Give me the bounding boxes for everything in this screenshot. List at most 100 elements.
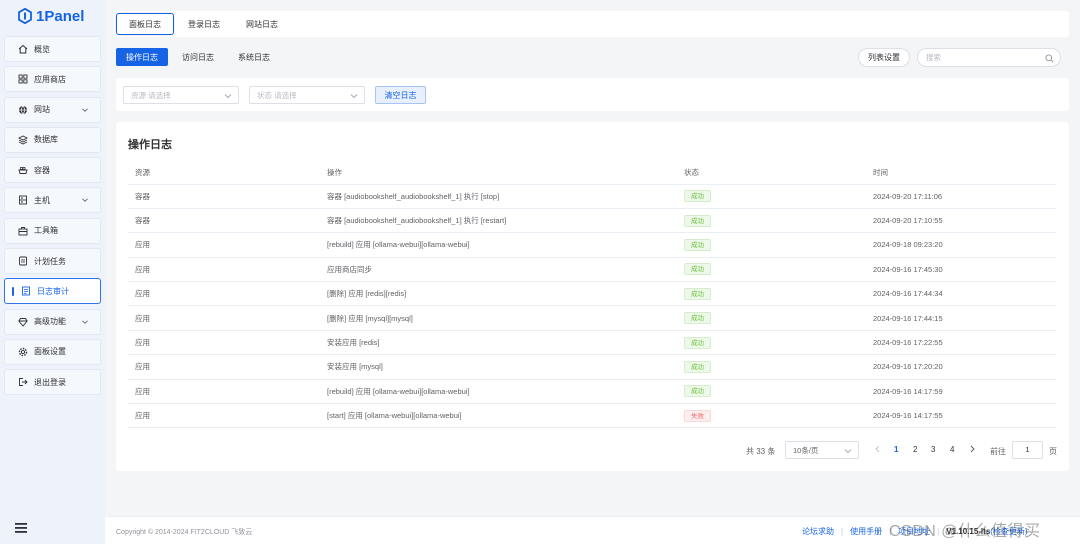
watermark-text: CSDN @什么值得买	[889, 523, 1041, 540]
sidebar-item-label: 工具箱	[34, 226, 58, 236]
log-icon	[22, 286, 30, 296]
subtab-operation-log[interactable]: 操作日志	[116, 48, 168, 66]
container-icon	[18, 167, 28, 175]
cell-time: 2024-09-20 17:11:06	[866, 184, 1056, 209]
cell-operation: 安装应用 [mysql]	[320, 354, 677, 380]
cell-resource: 应用	[128, 379, 320, 405]
search-box	[917, 48, 1061, 67]
footer: Copyright © 2014-2024 FIT2CLOUD 飞致云 论坛求助…	[105, 516, 1080, 544]
cell-resource: 应用	[128, 403, 320, 429]
tab-website-log[interactable]: 网站日志	[234, 13, 290, 35]
cell-resource: 容器	[128, 184, 320, 209]
database-icon	[18, 135, 28, 145]
page-number-4[interactable]: 4	[950, 445, 954, 454]
resource-select[interactable]: 资源 请选择	[123, 86, 239, 104]
cell-resource: 应用	[128, 232, 320, 258]
goto-suffix: 页	[1049, 447, 1057, 456]
subtab-system-log[interactable]: 系统日志	[228, 48, 280, 66]
page-number-2[interactable]: 2	[913, 445, 917, 454]
sidebar-item-diamond[interactable]: 高级功能	[4, 308, 101, 335]
sidebar-item-logout[interactable]: 退出登录	[4, 369, 101, 396]
next-page-icon[interactable]	[968, 445, 976, 453]
sidebar-nav: 概览应用商店网站数据库容器主机工具箱计划任务日志审计高级功能面板设置退出登录	[4, 36, 101, 400]
table-row: 应用 安装应用 [redis] 成功 2024-09-16 17:22:55	[128, 330, 1056, 356]
resource-select-placeholder: 请选择	[148, 90, 171, 100]
app-logo[interactable]: 1Panel	[18, 6, 84, 26]
cell-time: 2024-09-20 17:10:55	[866, 208, 1056, 234]
cell-operation: [删除] 应用 [mysql][mysql]	[320, 305, 677, 331]
user-manual-link[interactable]: 使用手册	[850, 526, 882, 537]
page-size-select[interactable]: 10条/页	[785, 441, 859, 459]
cell-status: 成功	[677, 208, 866, 234]
cell-operation: 容器 [audiobookshelf_audiobookshelf_1] 执行 …	[320, 208, 677, 234]
status-badge: 成功	[684, 287, 711, 300]
cell-operation: [rebuild] 应用 [ollama-webui][ollama-webui…	[320, 379, 677, 405]
subtab-access-log[interactable]: 访问日志	[172, 48, 224, 66]
log-type-tabs: 面板日志 登录日志 网站日志	[114, 11, 1069, 37]
search-input[interactable]	[926, 53, 1036, 62]
sidebar-item-label: 计划任务	[34, 256, 66, 266]
logo-text: 1Panel	[36, 7, 85, 25]
operation-log-card: 操作日志 资源 操作 状态 时间 容器 容器 [audiobookshelf_au…	[116, 122, 1069, 471]
clear-logs-button[interactable]: 清空日志	[375, 86, 426, 104]
menu-collapse-icon[interactable]	[15, 523, 27, 533]
footer-separator: |	[841, 527, 844, 536]
status-select-placeholder: 请选择	[274, 90, 297, 100]
panel-log-subtabs: 操作日志 访问日志 系统日志	[116, 48, 284, 66]
status-badge: 成功	[684, 263, 711, 276]
gear-icon	[18, 347, 28, 357]
page-number-3[interactable]: 3	[931, 445, 935, 454]
cell-resource: 应用	[128, 305, 320, 331]
cell-time: 2024-09-16 17:20:20	[866, 354, 1056, 380]
tab-login-log[interactable]: 登录日志	[176, 13, 232, 35]
table-row: 应用 [删除] 应用 [mysql][mysql] 成功 2024-09-16 17:…	[128, 305, 1056, 331]
search-icon[interactable]	[1045, 54, 1054, 63]
operation-log-table: 资源 操作 状态 时间 容器 容器 [audiobookshelf_audiobo…	[128, 162, 1056, 429]
status-badge: 成功	[684, 312, 711, 325]
column-settings-button[interactable]: 列表设置	[858, 48, 910, 67]
status-badge: 成功	[684, 238, 711, 251]
sidebar-item-database[interactable]: 数据库	[4, 126, 101, 153]
sidebar-item-gear[interactable]: 面板设置	[4, 338, 101, 365]
tab-panel-log[interactable]: 面板日志	[116, 13, 174, 35]
prev-page-icon[interactable]	[874, 445, 882, 453]
goto-page-input[interactable]: 1	[1012, 441, 1043, 459]
sidebar-item-grid[interactable]: 应用商店	[4, 66, 101, 93]
logo-hexagon-icon	[18, 8, 32, 24]
sidebar-item-toolbox[interactable]: 工具箱	[4, 217, 101, 244]
sidebar-item-label: 主机	[34, 195, 50, 205]
sidebar-item-label: 概览	[34, 44, 50, 54]
column-header-operation: 操作	[320, 162, 677, 185]
sidebar-item-container[interactable]: 容器	[4, 157, 101, 184]
page-number-1[interactable]: 1	[894, 445, 898, 454]
cell-operation: [rebuild] 应用 [ollama-webui][ollama-webui…	[320, 232, 677, 258]
sidebar-item-label: 高级功能	[34, 317, 66, 327]
cell-time: 2024-09-16 17:44:34	[866, 281, 1056, 307]
cell-time: 2024-09-16 14:17:59	[866, 379, 1056, 405]
cell-operation: [删除] 应用 [redis][redis]	[320, 281, 677, 307]
status-badge: 成功	[684, 214, 711, 227]
sidebar-item-globe[interactable]: 网站	[4, 96, 101, 123]
sidebar-item-log[interactable]: 日志审计	[4, 278, 101, 305]
server-icon	[19, 196, 27, 205]
table-header-row: 资源 操作 状态 时间	[128, 162, 1056, 185]
cell-status: 成功	[677, 184, 866, 209]
chevron-down-icon	[82, 108, 88, 112]
cell-resource: 应用	[128, 281, 320, 307]
status-select-label: 状态	[257, 90, 272, 100]
status-select[interactable]: 状态 请选择	[249, 86, 365, 104]
sidebar: 1Panel 概览应用商店网站数据库容器主机工具箱计划任务日志审计高级功能面板设…	[0, 0, 105, 544]
cell-time: 2024-09-16 17:44:15	[866, 305, 1056, 331]
copyright-text: Copyright © 2014-2024 FIT2CLOUD 飞致云	[116, 529, 253, 536]
column-header-status: 状态	[677, 162, 866, 185]
filter-bar: 资源 请选择 状态 请选择 清空日志	[116, 78, 1069, 111]
chevron-down-icon	[224, 94, 232, 99]
sidebar-item-home[interactable]: 概览	[4, 36, 101, 62]
pagination: 共 33 条 10条/页 1 2 3 4 前往 1 页	[116, 441, 1069, 459]
sidebar-item-label: 网站	[34, 105, 50, 115]
sidebar-item-label: 面板设置	[34, 347, 66, 357]
forum-help-link[interactable]: 论坛求助	[802, 526, 834, 537]
sidebar-item-server[interactable]: 主机	[4, 187, 101, 214]
sidebar-item-schedule[interactable]: 计划任务	[4, 248, 101, 275]
cell-status: 成功	[677, 257, 866, 283]
